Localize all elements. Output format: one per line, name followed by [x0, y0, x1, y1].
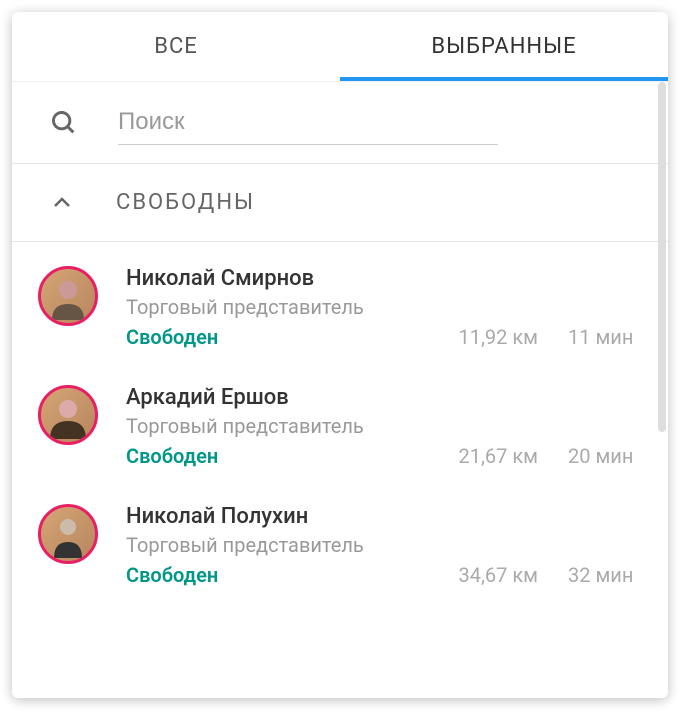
panel: ВСЕ ВЫБРАННЫЕ СВОБОДНЫ Николай Смирнов Т…: [12, 12, 668, 698]
item-content: Аркадий Ершов Торговый представитель Сво…: [126, 385, 638, 468]
item-distance: 34,67 км: [458, 563, 538, 587]
item-time: 32 мин: [568, 563, 638, 587]
list: Николай Смирнов Торговый представитель С…: [12, 242, 668, 605]
item-name: Николай Смирнов: [126, 266, 638, 291]
avatar: [38, 504, 98, 564]
item-status: Свободен: [126, 563, 458, 587]
item-footer: Свободен 21,67 км 20 мин: [126, 444, 638, 468]
tab-all-label: ВСЕ: [154, 34, 198, 59]
item-status: Свободен: [126, 325, 458, 349]
tab-selected-label: ВЫБРАННЫЕ: [431, 34, 576, 59]
avatar: [38, 385, 98, 445]
item-name: Николай Полухин: [126, 504, 638, 529]
item-status: Свободен: [126, 444, 458, 468]
list-item[interactable]: Николай Смирнов Торговый представитель С…: [12, 248, 668, 367]
item-role: Торговый представитель: [126, 414, 638, 438]
item-distance: 11,92 км: [458, 325, 538, 349]
section-title: СВОБОДНЫ: [116, 190, 255, 215]
item-role: Торговый представитель: [126, 295, 638, 319]
search-icon: [50, 109, 78, 137]
item-time: 11 мин: [568, 325, 638, 349]
item-content: Николай Смирнов Торговый представитель С…: [126, 266, 638, 349]
item-time: 20 мин: [568, 444, 638, 468]
item-footer: Свободен 11,92 км 11 мин: [126, 325, 638, 349]
tabs: ВСЕ ВЫБРАННЫЕ: [12, 12, 668, 82]
search-input[interactable]: [118, 100, 498, 145]
search-row: [12, 82, 668, 163]
item-name: Аркадий Ершов: [126, 385, 638, 410]
tab-selected[interactable]: ВЫБРАННЫЕ: [340, 12, 668, 81]
scrollbar[interactable]: [658, 82, 666, 432]
item-content: Николай Полухин Торговый представитель С…: [126, 504, 638, 587]
item-footer: Свободен 34,67 км 32 мин: [126, 563, 638, 587]
tab-all[interactable]: ВСЕ: [12, 12, 340, 81]
chevron-up-icon: [50, 191, 74, 215]
item-role: Торговый представитель: [126, 533, 638, 557]
list-item[interactable]: Аркадий Ершов Торговый представитель Сво…: [12, 367, 668, 486]
avatar: [38, 266, 98, 326]
list-item[interactable]: Николай Полухин Торговый представитель С…: [12, 486, 668, 605]
section-header-free[interactable]: СВОБОДНЫ: [12, 163, 668, 242]
item-distance: 21,67 км: [458, 444, 538, 468]
